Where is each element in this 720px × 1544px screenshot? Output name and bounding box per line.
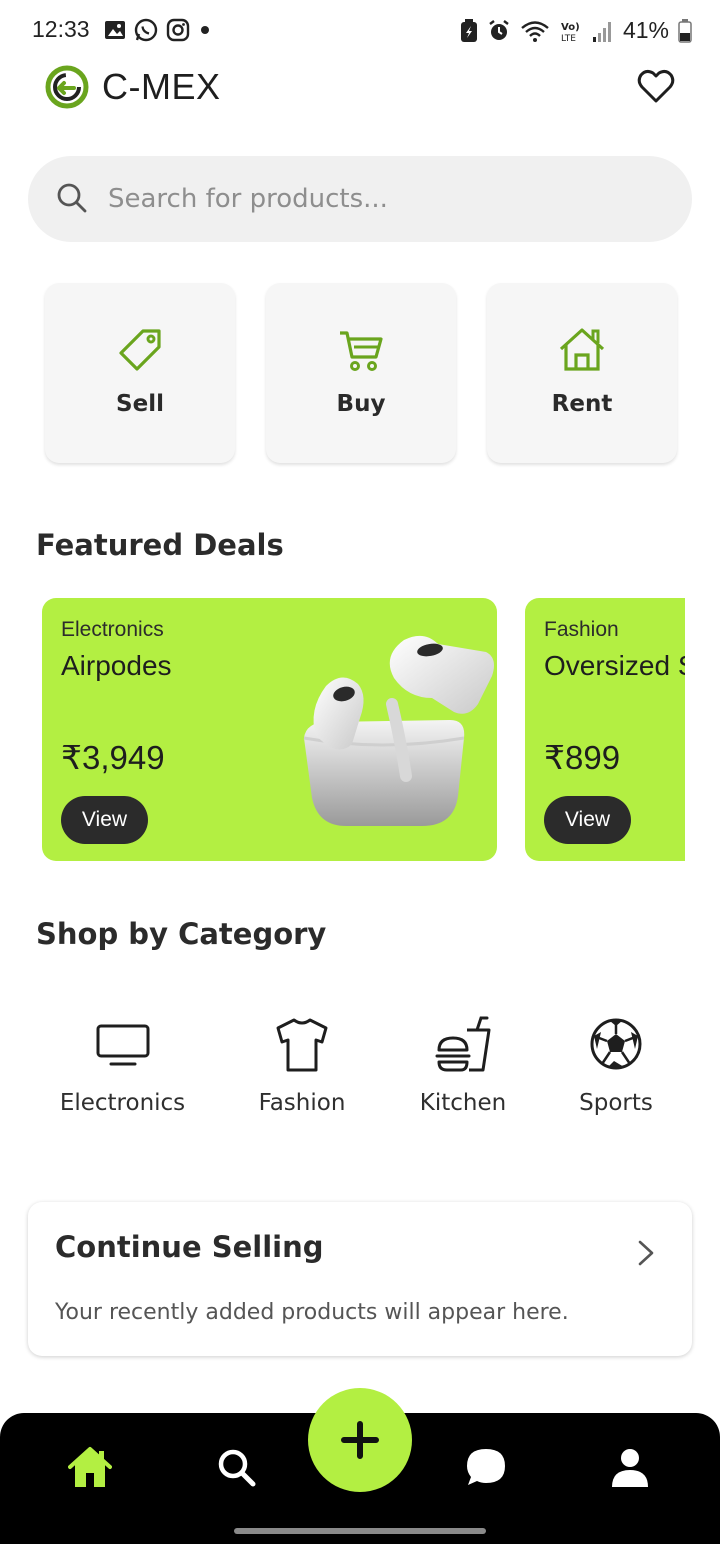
house-icon — [559, 328, 605, 371]
signal-icon — [592, 21, 611, 42]
deal-name: Airpodes — [61, 650, 172, 681]
svg-text:LTE: LTE — [561, 34, 576, 43]
deals-carousel[interactable]: Electronics Airpodes ₹3,949 View Fashion… — [0, 598, 685, 862]
brand-name: C-MEX — [102, 66, 221, 107]
volte-icon: Vo)LTE — [561, 22, 580, 43]
profile-icon[interactable] — [608, 1445, 652, 1489]
shop-by-category-title: Shop by Category — [36, 917, 327, 951]
continue-selling-card[interactable]: Continue Selling Your recently added pro… — [28, 1202, 692, 1356]
add-button[interactable] — [308, 1388, 412, 1492]
category-kitchen[interactable]: Kitchen — [404, 1014, 522, 1116]
category-fashion[interactable]: Fashion — [242, 1014, 362, 1116]
category-label: Kitchen — [419, 1090, 507, 1116]
tshirt-icon — [276, 1018, 328, 1072]
deal-name: Oversized S — [544, 650, 685, 681]
sell-label: Sell — [116, 391, 164, 417]
search-bar[interactable] — [28, 156, 692, 242]
add-icon — [341, 1421, 379, 1459]
status-system-icons: Vo) LTE 41% — [460, 17, 692, 44]
gallery-icon — [105, 21, 125, 39]
home-indicator[interactable] — [234, 1528, 486, 1534]
view-button[interactable]: View — [61, 796, 148, 844]
battery-percentage: 41% — [622, 17, 669, 43]
battery-saver-icon — [460, 18, 477, 42]
alarm-icon — [489, 19, 509, 40]
deal-price: ₹899 — [544, 739, 621, 776]
search-icon[interactable] — [214, 1445, 258, 1489]
category-electronics[interactable]: Electronics — [50, 1014, 195, 1116]
heart-icon[interactable] — [636, 66, 676, 106]
battery-icon — [678, 18, 692, 43]
deal-price: ₹3,949 — [61, 739, 165, 776]
status-bar: 12:33 Vo) LTE 41% — [0, 0, 720, 62]
status-notification-icons — [104, 18, 212, 42]
continue-selling-subtitle: Your recently added products will appear… — [55, 1300, 569, 1325]
deal-category: Electronics — [61, 618, 164, 641]
rent-label: Rent — [551, 391, 613, 417]
tag-icon — [119, 329, 161, 371]
continue-selling-title: Continue Selling — [55, 1230, 324, 1264]
search-input[interactable] — [108, 174, 668, 224]
chat-icon[interactable] — [464, 1445, 508, 1489]
category-label: Fashion — [258, 1090, 346, 1116]
status-time: 12:33 — [32, 16, 90, 42]
app-header: C-MEX — [0, 60, 720, 116]
cart-icon — [340, 331, 383, 371]
sell-button[interactable]: Sell — [45, 283, 235, 463]
logo-icon — [45, 65, 89, 109]
wifi-icon — [521, 20, 549, 42]
airpods-product-image — [303, 635, 494, 826]
buy-label: Buy — [336, 391, 386, 417]
deal-card[interactable]: Electronics Airpodes ₹3,949 View — [42, 598, 497, 861]
buy-button[interactable]: Buy — [266, 283, 456, 463]
view-button[interactable]: View — [544, 796, 631, 844]
category-sports[interactable]: Sports — [566, 1014, 666, 1116]
monitor-icon — [96, 1024, 149, 1066]
rent-button[interactable]: Rent — [487, 283, 677, 463]
search-icon — [57, 183, 87, 213]
burger-drink-icon — [435, 1016, 491, 1072]
svg-text:Vo): Vo) — [561, 22, 580, 33]
instagram-icon — [166, 18, 190, 42]
category-label: Electronics — [59, 1090, 186, 1116]
football-icon — [590, 1018, 642, 1070]
deal-category: Fashion — [544, 618, 619, 641]
whatsapp-icon — [134, 18, 158, 42]
home-icon[interactable] — [68, 1445, 112, 1489]
featured-deals-title: Featured Deals — [36, 528, 284, 562]
chevron-right-icon[interactable] — [634, 1238, 658, 1268]
deal-card[interactable]: Fashion Oversized S ₹899 View — [525, 598, 685, 861]
dot-icon — [201, 26, 209, 34]
category-label: Sports — [579, 1090, 653, 1116]
